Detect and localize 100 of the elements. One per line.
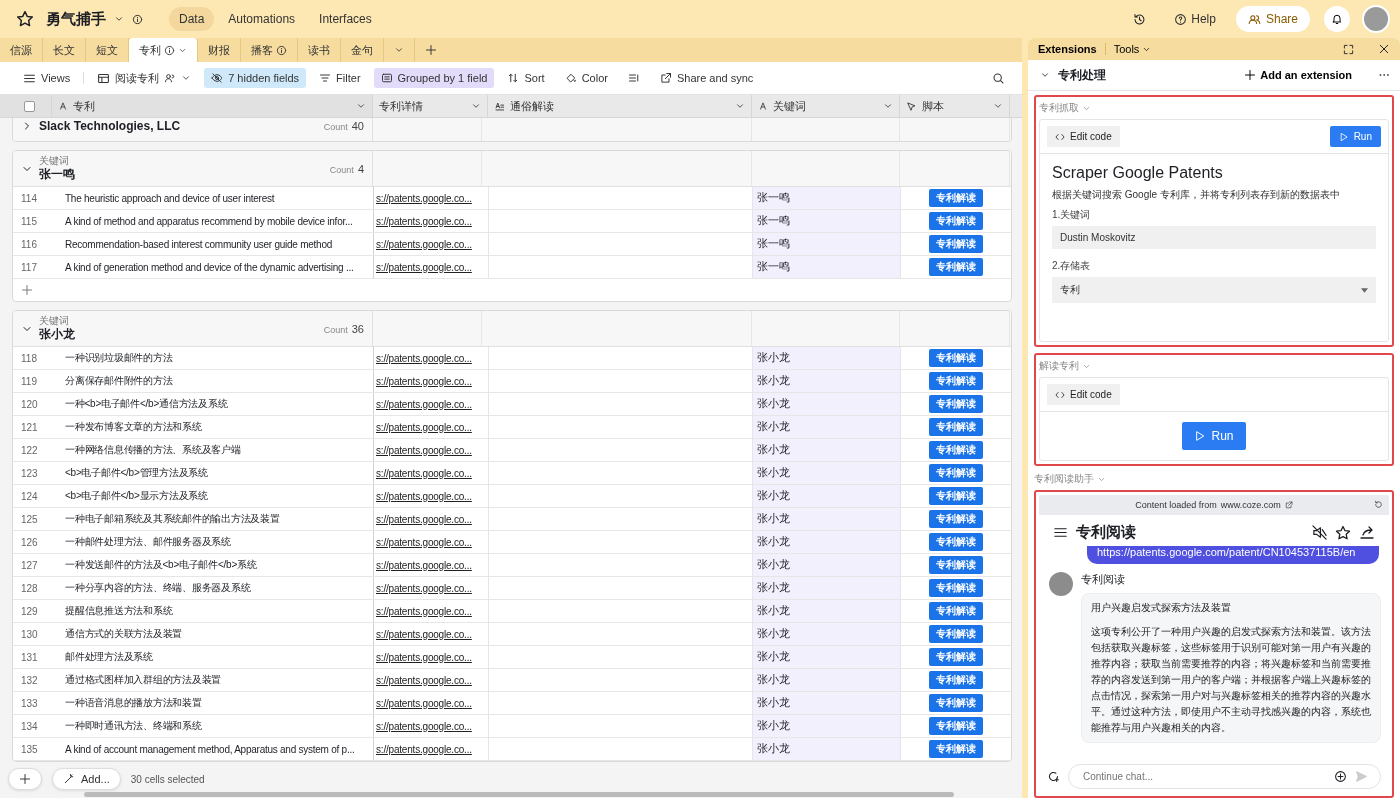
patent-link[interactable]: s://patents.google.co... [374, 347, 489, 369]
script-button[interactable]: 专利解读 [929, 235, 983, 253]
filter-button[interactable]: Filter [312, 68, 368, 88]
column-header[interactable]: 专利详情 [379, 98, 423, 114]
script-button[interactable]: 专利解读 [929, 533, 983, 551]
panel-tab[interactable]: Tools [1113, 43, 1152, 56]
row-number: 123 [20, 466, 39, 481]
patent-link[interactable]: s://patents.google.co... [374, 554, 489, 576]
add-extension-button[interactable]: Add an extension [1244, 69, 1352, 82]
patent-link[interactable]: s://patents.google.co... [374, 508, 489, 530]
text-field-icon [758, 101, 768, 111]
extension-name[interactable]: 专利阅读助手 [1034, 472, 1394, 486]
script-button[interactable]: 专利解读 [929, 740, 983, 758]
help-button[interactable]: Help [1168, 11, 1222, 27]
source-link[interactable]: www.coze.com [1220, 500, 1281, 510]
column-header[interactable]: 脚本 [922, 98, 944, 114]
extension-name[interactable]: 专利抓取 [1039, 101, 1091, 115]
patent-link[interactable]: s://patents.google.co... [374, 577, 489, 599]
row-number: 134 [20, 719, 39, 734]
script-button[interactable]: 专利解读 [929, 671, 983, 689]
script-button[interactable]: 专利解读 [929, 464, 983, 482]
script-button[interactable]: 专利解读 [929, 717, 983, 735]
table-cell: 张小龙 [753, 577, 901, 599]
patent-link[interactable]: s://patents.google.co... [374, 485, 489, 507]
patent-link[interactable]: s://patents.google.co... [374, 233, 489, 255]
patent-link[interactable]: s://patents.google.co... [374, 600, 489, 622]
script-button[interactable]: 专利解读 [929, 441, 983, 459]
patent-link[interactable]: s://patents.google.co... [374, 439, 489, 461]
user-avatar[interactable] [1362, 5, 1390, 33]
script-button[interactable]: 专利解读 [929, 418, 983, 436]
script-button[interactable]: 专利解读 [929, 625, 983, 643]
script-button[interactable]: 专利解读 [929, 395, 983, 413]
table-cell: 分离保存邮件附件的方法 [53, 370, 374, 392]
column-header[interactable]: 关键词 [773, 98, 806, 114]
patent-link[interactable]: s://patents.google.co... [374, 669, 489, 691]
sort-button[interactable]: Sort [500, 68, 552, 88]
group-button[interactable]: Grouped by 1 field [373, 68, 495, 88]
run-button[interactable]: Run [1182, 422, 1246, 450]
script-button[interactable]: 专利解读 [929, 487, 983, 505]
script-button[interactable]: 专利解读 [929, 602, 983, 620]
patent-link[interactable]: s://patents.google.co... [374, 256, 489, 278]
patent-link[interactable]: s://patents.google.co... [374, 692, 489, 714]
patent-link[interactable]: s://patents.google.co... [374, 393, 489, 415]
group-count: 4 [357, 162, 364, 175]
add-button[interactable]: Add... [52, 768, 121, 790]
run-button[interactable]: Run [1329, 126, 1381, 147]
patent-link[interactable]: s://patents.google.co... [374, 187, 489, 209]
patent-link[interactable]: s://patents.google.co... [374, 715, 489, 737]
table-dropdown[interactable]: 专利 [1052, 277, 1376, 303]
column-header[interactable]: 通俗解读 [510, 98, 554, 114]
script-button[interactable]: 专利解读 [929, 349, 983, 367]
group-name[interactable]: 张小龙 [39, 325, 75, 343]
table-cell: 张小龙 [753, 462, 901, 484]
field-label: 1.关键词 [1052, 208, 1092, 222]
share-button[interactable]: Share and sync [652, 68, 761, 88]
hidden-button[interactable]: 7 hidden fields [204, 68, 307, 88]
paint-bucket-icon [564, 72, 577, 84]
script-button[interactable]: 专利解读 [929, 510, 983, 528]
color-button[interactable]: Color [557, 68, 615, 88]
extension-name[interactable]: 解读专利 [1039, 359, 1091, 373]
views-button[interactable]: Views [16, 67, 78, 89]
patent-link[interactable]: s://patents.google.co... [374, 462, 489, 484]
edit-code-button[interactable]: Edit code [1047, 384, 1120, 405]
keyword-input[interactable]: Dustin Moskovitz [1052, 226, 1376, 249]
row-number: 130 [20, 627, 39, 642]
plus-icon [425, 44, 437, 56]
script-button[interactable]: 专利解读 [929, 258, 983, 276]
nav-tab[interactable]: Interfaces [309, 7, 382, 31]
nav-tab[interactable]: Automations [218, 7, 306, 31]
patent-link[interactable]: s://patents.google.co... [374, 623, 489, 645]
patent-link[interactable]: s://patents.google.co... [374, 416, 489, 438]
script-button[interactable]: 专利解读 [929, 648, 983, 666]
patent-link[interactable]: s://patents.google.co... [374, 210, 489, 232]
table-tab[interactable]: 专利 [129, 38, 198, 62]
group-name[interactable]: 张一鸣 [39, 165, 75, 183]
share-button[interactable]: Share [1235, 6, 1310, 32]
patent-link[interactable]: s://patents.google.co... [374, 531, 489, 553]
script-button[interactable]: 专利解读 [929, 189, 983, 207]
row-number: 118 [20, 351, 38, 366]
group-name[interactable]: Slack Technologies, LLC [39, 119, 181, 133]
script-button[interactable]: 专利解读 [929, 694, 983, 712]
add-record-button[interactable] [8, 768, 42, 790]
select-all-checkbox[interactable] [24, 100, 35, 112]
script-button[interactable]: 专利解读 [929, 556, 983, 574]
row-number: 114 [20, 191, 38, 206]
script-button[interactable]: 专利解读 [929, 212, 983, 230]
script-button[interactable]: 专利解读 [929, 372, 983, 390]
edit-code-button[interactable]: Edit code [1047, 126, 1120, 147]
column-header[interactable]: 专利 [73, 98, 95, 114]
script-button[interactable]: 专利解读 [929, 579, 983, 597]
patent-link[interactable]: s://patents.google.co... [374, 646, 489, 668]
panel-tab[interactable]: Extensions [1038, 43, 1097, 56]
view-selector[interactable]: 阅读专利 [90, 66, 199, 90]
table-cell: 张一鸣 [753, 187, 901, 209]
patent-link[interactable]: s://patents.google.co... [374, 370, 489, 392]
notifications-button[interactable] [1324, 6, 1350, 32]
chat-input[interactable]: Continue chat... [1081, 770, 1326, 783]
patent-link[interactable]: s://patents.google.co... [374, 738, 489, 760]
table-cell: 一种分享内容的方法、终端、服务器及系统 [53, 577, 374, 599]
nav-tab[interactable]: Data [169, 7, 215, 31]
